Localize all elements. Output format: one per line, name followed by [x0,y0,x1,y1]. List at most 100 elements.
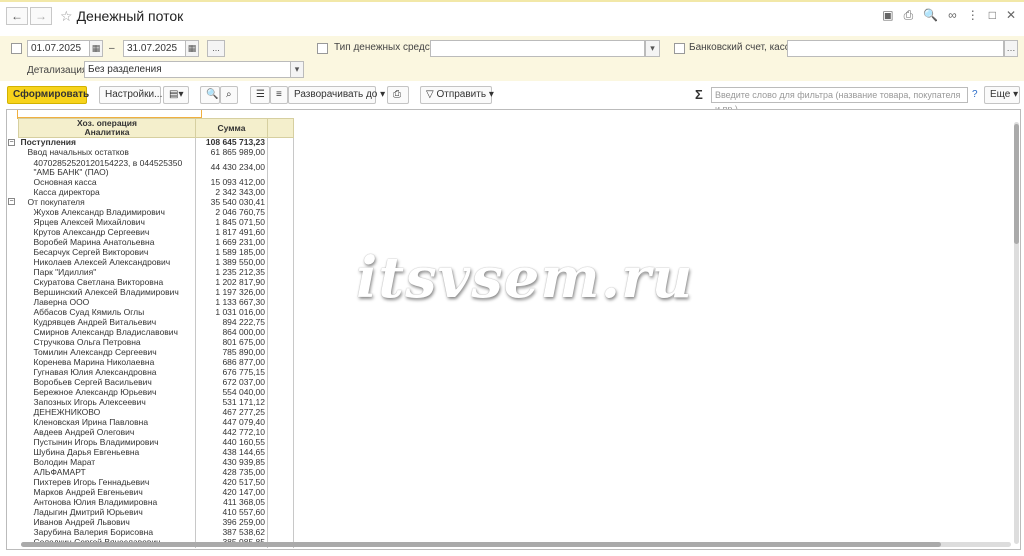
table-row[interactable]: Лаверна ООО 1 133 667,30 [18,297,294,308]
period-checkbox[interactable] [11,43,22,54]
table-row[interactable]: Гугнавая Юлия Александровна 676 775,15 [18,367,294,378]
expand-to-button[interactable]: Разворачивать до ▾ [288,86,385,104]
table-row[interactable]: Кудрявцев Андрей Витальевич 894 222,75 [18,317,294,328]
bank-account-field[interactable] [787,40,1004,57]
table-row[interactable]: Ярцев Алексей Михайлович 1 845 071,50 [18,217,294,228]
cash-type-field[interactable] [430,40,645,57]
table-row[interactable]: Коренева Марина Николаевна 686 877,00 [18,357,294,368]
table-row[interactable]: Воробей Марина Анатольевна 1 669 231,00 [18,237,294,248]
print-icon[interactable]: ⎙ [904,8,914,23]
row-empty [267,197,294,208]
more-vertical-icon[interactable]: ⋮ [967,8,979,23]
generate-button[interactable]: Сформировать [7,86,89,104]
table-row[interactable]: Воробьев Сергей Васильевич 672 037,00 [18,377,294,388]
table-row[interactable]: Смирнов Александр Владиславович 864 000,0… [18,327,294,338]
table-row[interactable]: Бесарчук Сергей Викторович 1 589 185,00 [18,247,294,258]
table-row[interactable]: Парк "Идиллия" 1 235 212,35 [18,267,294,278]
favorite-star-icon[interactable]: ☆ [60,8,73,25]
table-row[interactable]: 40702852520120154223, в 044525350 "АМБ Б… [18,157,294,178]
date-to-field[interactable]: 31.07.2025 [123,40,187,57]
sum-icon[interactable]: Σ [695,87,703,102]
vertical-scrollbar[interactable] [1014,122,1019,544]
row-empty [267,277,294,288]
row-value: 396 259,00 [195,517,268,528]
row-value: 1 197 326,00 [195,287,268,298]
row-empty [267,397,294,408]
table-row[interactable]: Зарубина Валерия Борисовна 387 538,62 [18,527,294,538]
collapse-all-icon[interactable]: ≡ [270,86,288,104]
forward-arrow-icon[interactable]: → [30,7,52,25]
cash-type-label: Тип денежных средств: [334,42,443,53]
row-empty [267,387,294,398]
table-row[interactable]: Иванов Андрей Львович 396 259,00 [18,517,294,528]
preview-icon[interactable]: 🔍 [923,8,938,23]
table-row[interactable]: Кленовская Ирина Павловна 447 079,40 [18,417,294,428]
table-row[interactable]: Крутов Александр Сергеевич 1 817 491,60 [18,227,294,238]
horizontal-scrollbar[interactable] [21,542,1011,547]
report-spreadsheet[interactable]: Хоз. операция Аналитика Сумма Поступления… [6,109,1021,550]
expand-all-icon[interactable]: ☰ [250,86,270,104]
table-row[interactable]: АЛЬФАМАРТ 428 735,00 [18,467,294,478]
bank-account-checkbox[interactable] [674,43,685,54]
table-row[interactable]: Жухов Александр Владимирович 2 046 760,75 [18,207,294,218]
row-empty [267,327,294,338]
table-row[interactable]: Томилин Александр Сергеевич 785 890,00 [18,347,294,358]
table-row[interactable]: Вершинский Алексей Владимирович 1 197 326… [18,287,294,298]
print-button-icon[interactable]: ⎙ [387,86,409,104]
table-row[interactable]: Антонова Юлия Владимировна 411 368,05 [18,497,294,508]
table-row[interactable]: Стручкова Ольга Петровна 801 675,00 [18,337,294,348]
table-row[interactable]: От покупателя 35 540 030,41 [18,197,294,208]
maximize-icon[interactable]: □ [989,8,996,23]
horizontal-scroll-thumb[interactable] [21,542,941,547]
more-button[interactable]: Еще ▾ [984,86,1020,104]
row-value: 672 037,00 [195,377,268,388]
close-icon[interactable]: ✕ [1006,8,1016,23]
table-row[interactable]: Марков Андрей Евгеньевич 420 147,00 [18,487,294,498]
help-icon[interactable]: ? [972,89,978,100]
table-row[interactable]: Авдеев Андрей Олегович 442 772,10 [18,427,294,438]
table-row[interactable]: Ввод начальных остатков 61 865 989,00 [18,147,294,158]
collapse-group-icon[interactable]: − [8,139,15,146]
bank-account-select-button[interactable]: … [1004,40,1018,57]
save-icon[interactable]: ▣ [882,8,893,23]
detail-field[interactable]: Без разделения [84,61,292,78]
detail-dropdown-icon[interactable]: ▾ [290,61,304,78]
table-row[interactable]: Пихтерев Игорь Геннадьевич 420 517,50 [18,477,294,488]
row-value: 894 222,75 [195,317,268,328]
variants-dropdown-icon[interactable]: ▤▾ [163,86,189,104]
back-arrow-icon[interactable]: ← [6,7,28,25]
row-label: Томилин Александр Сергеевич [18,347,196,358]
calendar-to-icon[interactable]: ▦ [185,40,199,57]
table-row[interactable]: Пустынин Игорь Владимирович 440 160,55 [18,437,294,448]
table-row[interactable]: Скуратова Светлана Викторовна 1 202 817,9… [18,277,294,288]
row-label: Стручкова Ольга Петровна [18,337,196,348]
row-empty [267,147,294,158]
row-empty [267,257,294,268]
table-row[interactable]: Аббасов Суад Кямиль Оглы 1 031 016,00 [18,307,294,318]
table-row[interactable]: ДЕНЕЖНИКОВО 467 277,25 [18,407,294,418]
filter-input[interactable]: Введите слово для фильтра (название това… [711,87,968,114]
link-icon[interactable]: ∞ [948,8,957,23]
row-label: Ярцев Алексей Михайлович [18,217,196,228]
table-row[interactable]: Шубина Дарья Евгеньевна 438 144,65 [18,447,294,458]
period-select-button[interactable]: ... [207,40,225,57]
row-label: Николаев Алексей Александрович [18,257,196,268]
search-cancel-icon[interactable]: ⌕ [220,86,238,104]
table-row[interactable]: Володин Марат 430 939,85 [18,457,294,468]
cash-type-dropdown-icon[interactable]: ▾ [645,40,660,57]
vertical-scroll-thumb[interactable] [1014,124,1019,244]
calendar-from-icon[interactable]: ▦ [89,40,103,57]
search-icon[interactable]: 🔍 [200,86,220,104]
collapse-group-icon[interactable]: − [8,198,15,205]
row-value: 554 040,00 [195,387,268,398]
table-row[interactable]: Николаев Алексей Александрович 1 389 550,… [18,257,294,268]
table-row[interactable]: Бережное Александр Юрьевич 554 040,00 [18,387,294,398]
table-row[interactable]: Ладыгин Дмитрий Юрьевич 410 557,60 [18,507,294,518]
table-row[interactable]: Основная касса 15 093 412,00 [18,177,294,188]
settings-button[interactable]: Настройки... [99,86,162,104]
table-row[interactable]: Касса директора 2 342 343,00 [18,187,294,198]
send-button[interactable]: ▽ Отправить ▾ [420,86,494,104]
cash-type-checkbox[interactable] [317,43,328,54]
table-row[interactable]: Запозных Игорь Алексеевич 531 171,12 [18,397,294,408]
table-row[interactable]: Поступления 108 645 713,23 [18,137,294,148]
